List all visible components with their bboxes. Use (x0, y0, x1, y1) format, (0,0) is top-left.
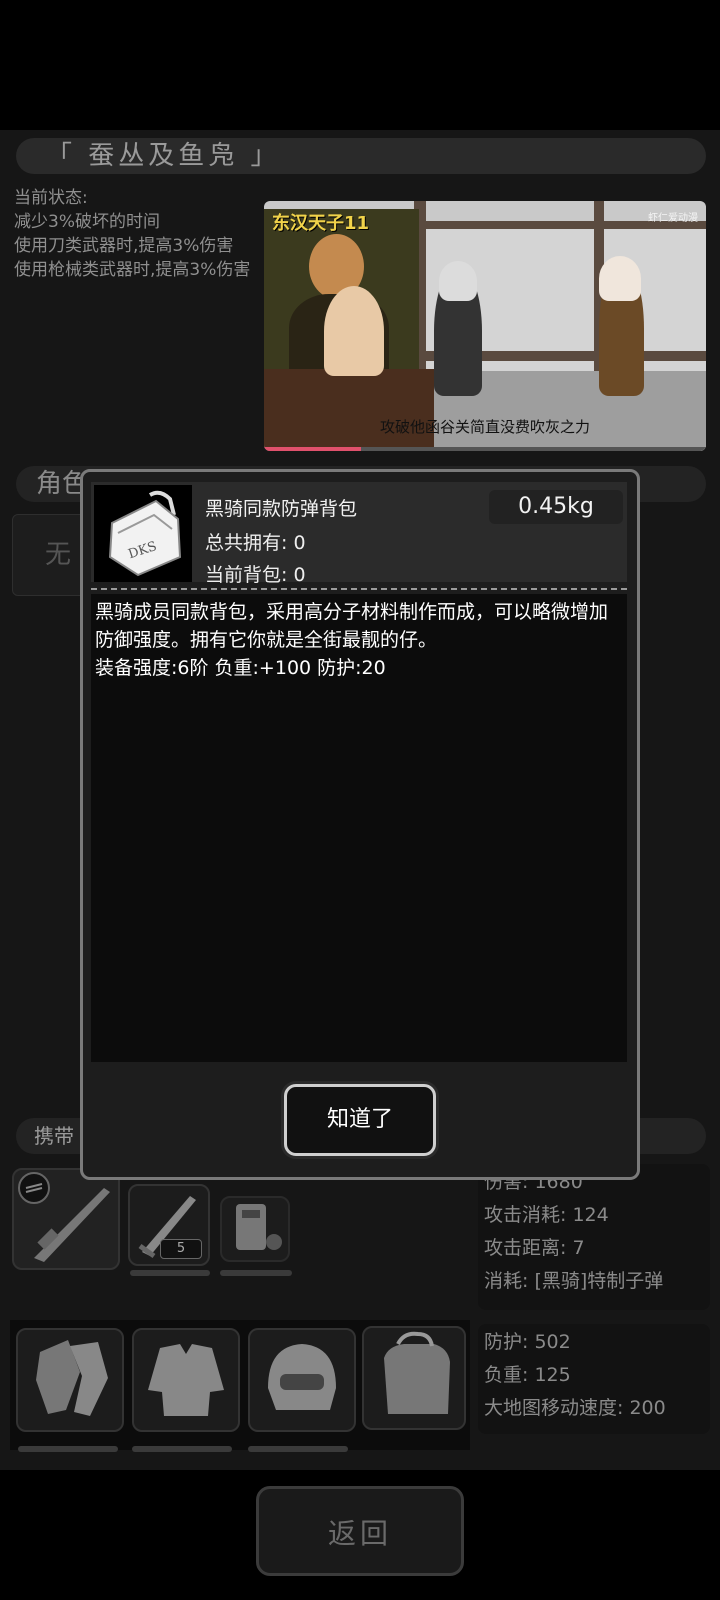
armor-stats-panel: 防护: 502 负重: 125 大地图移动速度: 200 (478, 1324, 710, 1434)
stat-attack-cost: 攻击消耗: 124 (484, 1204, 609, 1226)
status-line: 使用刀类武器时,提高3%伤害 (14, 236, 234, 256)
divider (91, 588, 627, 590)
return-button[interactable]: 返回 (256, 1486, 464, 1576)
helmet-icon (268, 1344, 336, 1410)
weapon-stats-panel: 伤害: 1680 攻击消耗: 124 攻击距离: 7 消耗: [黑骑]特制子弹 (478, 1164, 710, 1310)
video-title: 东汉天子11 (272, 213, 370, 234)
status-heading: 当前状态: (14, 188, 88, 208)
video-progress (264, 447, 706, 451)
stat-ammo-type: 消耗: [黑骑]特制子弹 (484, 1270, 664, 1292)
stat-attack-range: 攻击距离: 7 (484, 1237, 585, 1259)
gloves-icon (36, 1340, 108, 1416)
backpack-icon: DKS (108, 490, 182, 577)
shield-icon (236, 1204, 282, 1250)
ok-button[interactable]: 知道了 (284, 1084, 436, 1156)
item-attributes: 装备强度:6阶 负重:+100 防护:20 (95, 657, 386, 679)
status-line: 使用枪械类武器时,提高3%伤害 (14, 260, 251, 280)
armor-slot-body[interactable] (132, 1328, 240, 1432)
item-detail-modal: DKS 黑骑同款防弹背包 0.45kg 总共拥有: 0 当前背包: 0 黑骑成员… (80, 469, 640, 1180)
armor-slot-helmet[interactable] (248, 1328, 356, 1432)
item-header: DKS 黑骑同款防弹背包 0.45kg 总共拥有: 0 当前背包: 0 (91, 482, 627, 586)
item-icon: DKS (94, 485, 192, 582)
video-ad[interactable]: 东汉天子11 虾仁爱动漫 攻破他函谷关简直没费吹灰之力 (264, 201, 706, 451)
weapon-slot-melee[interactable]: 5 (128, 1184, 210, 1266)
status-line: 减少3%破坏的时间 (14, 212, 160, 232)
item-description: 黑骑成员同款背包，采用高分子材料制作而成，可以略微增加防御强度。拥有它你就是全街… (95, 601, 609, 651)
status-panel: 当前状态: 减少3%破坏的时间 使用刀类武器时,提高3%伤害 使用枪械类武器时,… (14, 186, 294, 282)
item-description-box: 黑骑成员同款背包，采用高分子材料制作而成，可以略微增加防御强度。拥有它你就是全街… (91, 594, 627, 1062)
video-caption: 攻破他函谷关简直没费吹灰之力 (379, 418, 590, 436)
video-logo: 虾仁爱动漫 (648, 213, 698, 224)
armor-slot-backpack[interactable] (362, 1326, 466, 1430)
item-weight: 0.45kg (489, 490, 623, 524)
item-name: 黑骑同款防弹背包 (205, 498, 358, 520)
item-bag-count: 当前背包: 0 (205, 564, 306, 586)
buff-title-bar: 「 蚕丛及鱼凫 」 (16, 138, 706, 174)
backpack-icon (384, 1331, 450, 1414)
video-progress-fill (264, 447, 362, 451)
armor-slots (10, 1320, 470, 1450)
stat-load: 负重: 125 (484, 1364, 571, 1386)
weapon-slot-main[interactable] (12, 1168, 120, 1270)
rifle-icon (18, 1172, 110, 1262)
armor-slot-gloves[interactable] (16, 1328, 124, 1432)
item-owned-count: 总共拥有: 0 (205, 532, 306, 554)
ammo-count-badge: 5 (160, 1239, 202, 1259)
armor-vest-icon (148, 1344, 224, 1416)
stat-map-speed: 大地图移动速度: 200 (484, 1397, 666, 1419)
stat-defense: 防护: 502 (484, 1331, 571, 1353)
girl-character (324, 286, 384, 376)
weapon-slot-shield[interactable] (220, 1196, 290, 1262)
